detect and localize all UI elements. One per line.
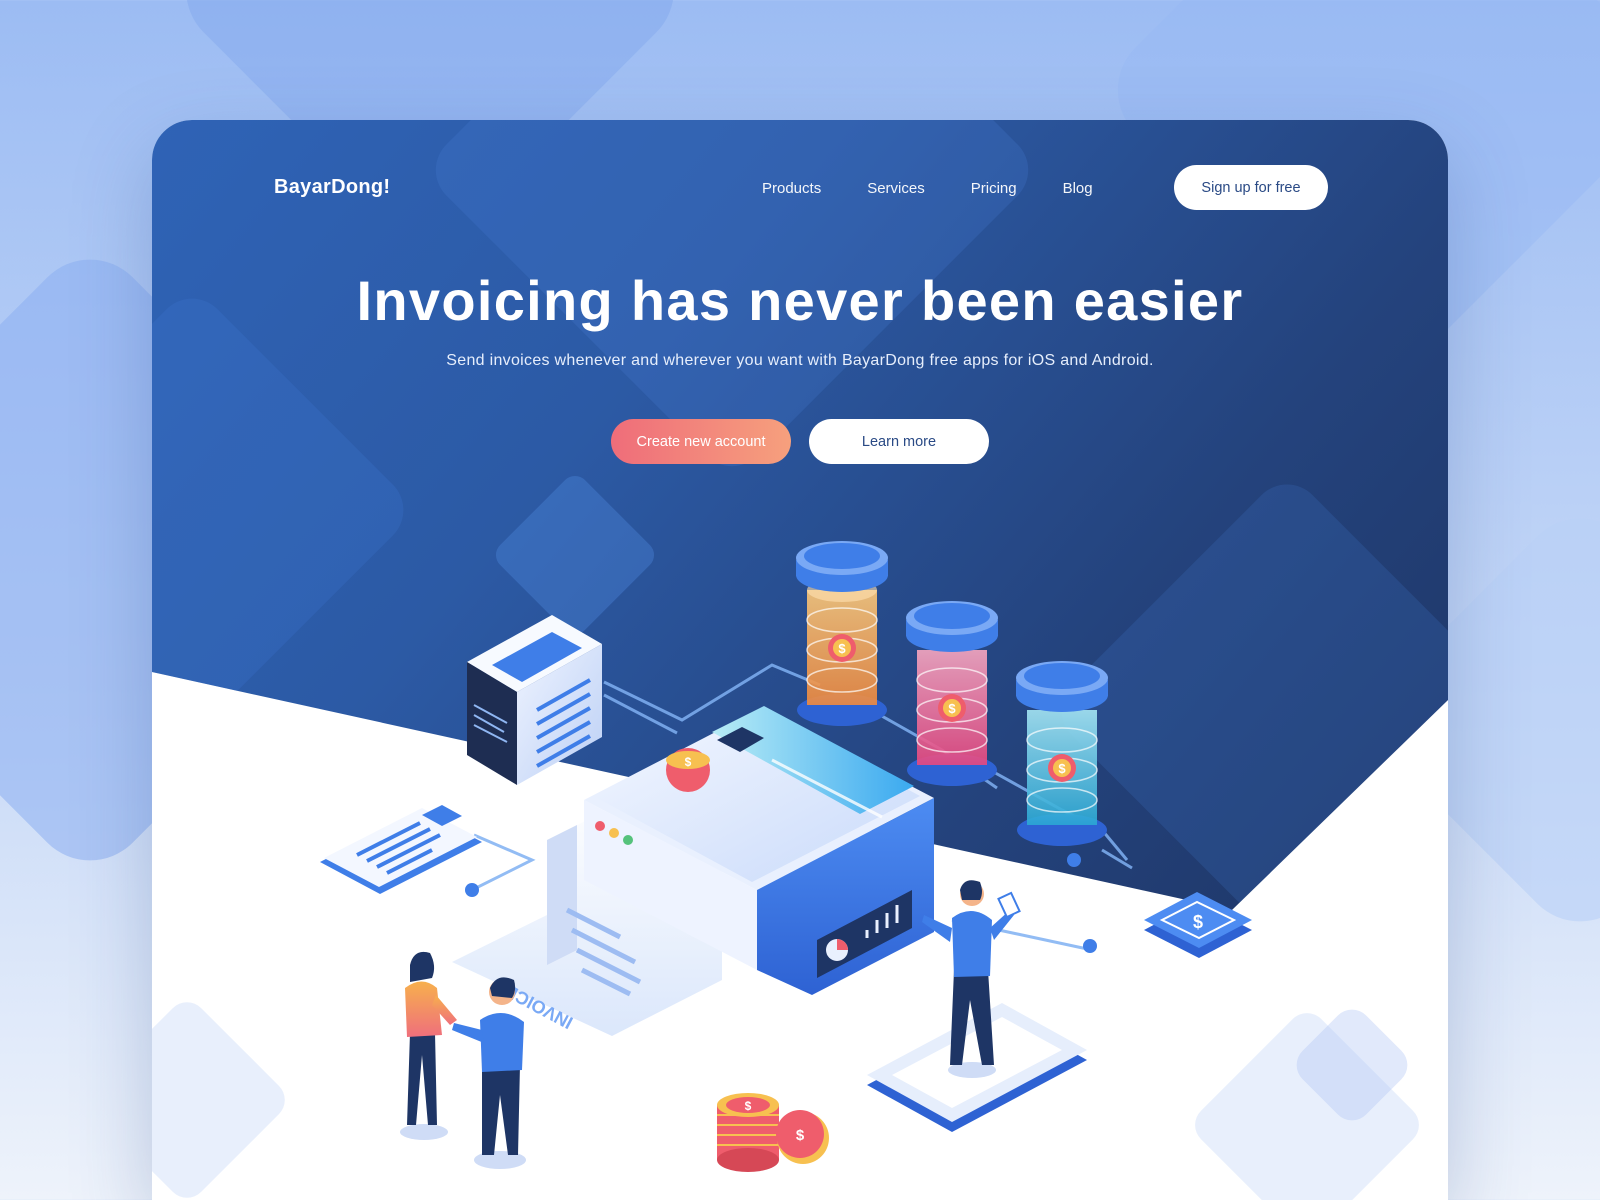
dollar-symbol: $	[1193, 912, 1203, 932]
coin-stack: $ $	[717, 1093, 829, 1172]
connector-dot	[1083, 939, 1097, 953]
coin-symbol: $	[838, 641, 846, 656]
coin-symbol: $	[796, 1127, 805, 1144]
coin-symbol: $	[745, 1099, 752, 1113]
person-woman-figure	[400, 951, 457, 1140]
coin-tube-orange: $	[796, 541, 888, 726]
connector-dot	[465, 883, 479, 897]
landing-page-card: BayarDong! Products Services Pricing Blo…	[152, 120, 1448, 1200]
hero-illustration: $ $ $ $ INVOICE $ $ $	[320, 541, 1252, 1172]
server-icon	[467, 615, 602, 785]
coin-symbol: $	[685, 755, 692, 769]
dollar-card-icon: $	[1144, 892, 1252, 958]
coin-tube-pink: $	[906, 601, 998, 786]
coin-symbol: $	[1058, 761, 1066, 776]
connector-dot	[1067, 853, 1081, 867]
coin-symbol: $	[948, 701, 956, 716]
clipboard-icon	[320, 805, 482, 894]
coin-tube-blue: $	[1016, 661, 1108, 846]
